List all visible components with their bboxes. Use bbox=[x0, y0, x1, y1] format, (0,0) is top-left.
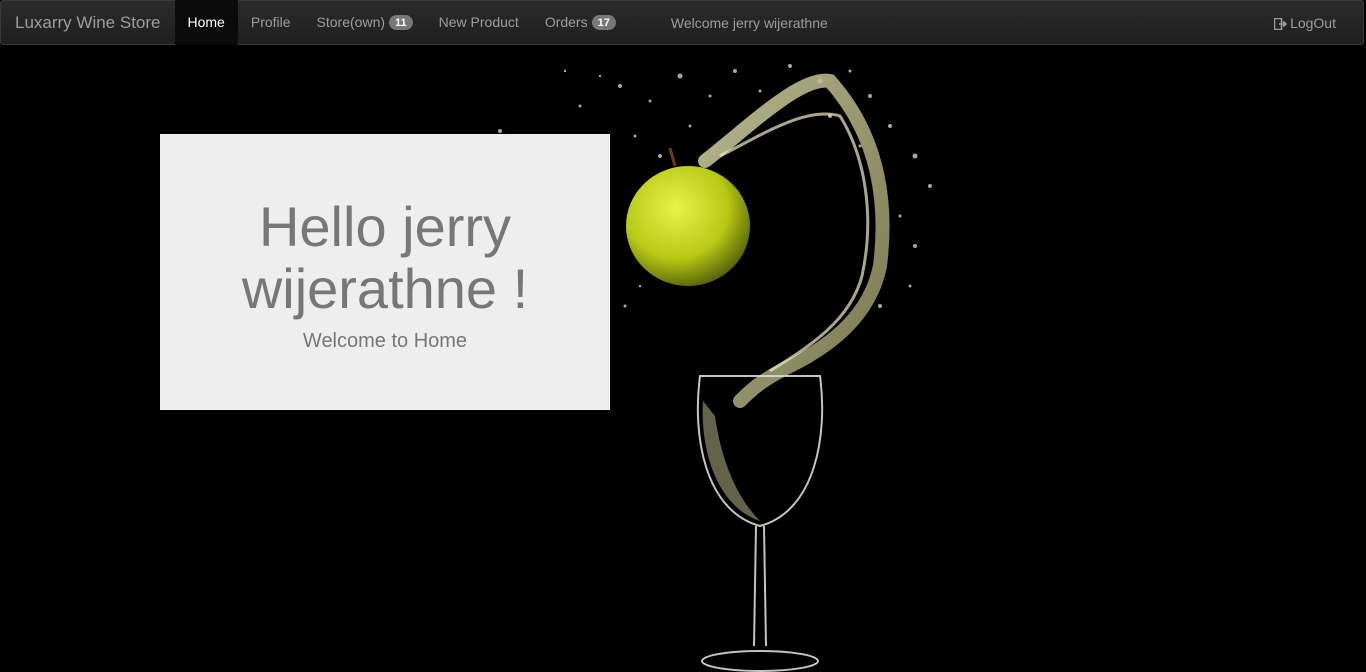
nav-home[interactable]: Home bbox=[174, 0, 238, 45]
logout-icon bbox=[1274, 17, 1288, 30]
nav-profile-label: Profile bbox=[250, 14, 291, 30]
nav-new-product-label: New Product bbox=[438, 14, 519, 30]
top-navbar: Luxarry Wine Store Home Profile Store(ow… bbox=[0, 0, 1364, 45]
nav-orders[interactable]: Orders 17 bbox=[532, 0, 629, 45]
hero-subtitle: Welcome to Home bbox=[302, 330, 468, 352]
orders-count-badge: 17 bbox=[591, 15, 616, 30]
nav-orders-label: Orders bbox=[544, 14, 588, 30]
store-count-badge: 11 bbox=[389, 15, 413, 30]
nav-store-own[interactable]: Store(own) 11 bbox=[304, 0, 426, 45]
logout-label: LogOut bbox=[1290, 15, 1336, 31]
nav-new-product[interactable]: New Product bbox=[426, 0, 532, 45]
logout-link[interactable]: LogOut bbox=[1274, 1, 1336, 46]
nav-home-label: Home bbox=[187, 14, 225, 30]
hero-title: Hello jerry wijerathne ! bbox=[241, 195, 529, 320]
welcome-jumbotron: Hello jerry wijerathne ! Welcome to Home bbox=[160, 134, 610, 410]
nav-profile[interactable]: Profile bbox=[238, 0, 304, 45]
brand-link[interactable]: Luxarry Wine Store bbox=[1, 0, 175, 45]
welcome-user-text: Welcome jerry wijerathne bbox=[670, 14, 828, 31]
nav-store-own-label: Store(own) bbox=[316, 14, 386, 30]
